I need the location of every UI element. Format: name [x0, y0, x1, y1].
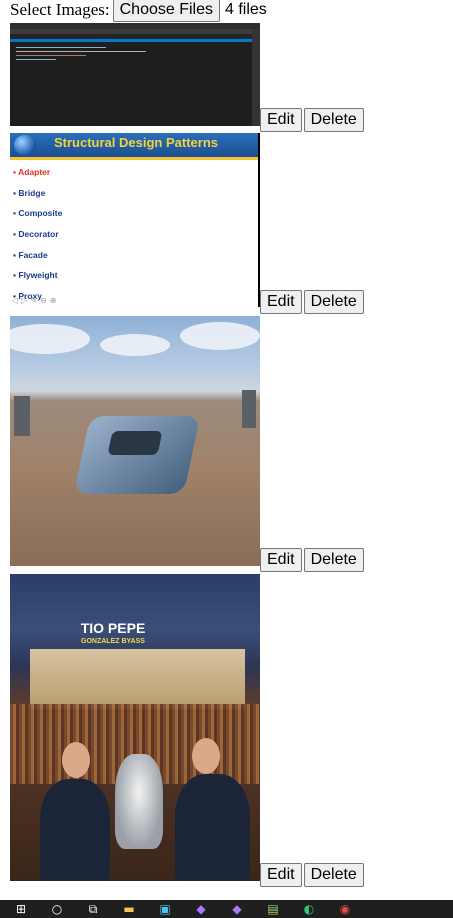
chrome-icon[interactable]: ◉ — [336, 902, 354, 916]
ide-code-line — [16, 55, 86, 56]
globe-icon — [14, 135, 36, 155]
choose-files-button[interactable]: Choose Files — [112, 0, 220, 22]
file-count-text: 4 files — [224, 1, 267, 18]
slide-bullet: ▪ Facade — [13, 249, 48, 260]
person-left — [40, 779, 110, 881]
image-actions: Edit Delete — [260, 548, 364, 572]
task-view-icon[interactable]: ⧉ — [84, 902, 102, 916]
image-thumbnail-ide — [10, 23, 260, 126]
image-actions: Edit Delete — [260, 863, 364, 887]
cloud — [10, 324, 90, 354]
taskbar: ⊞ ○ ⧉ ▬ ▣ ◆ ◆ ▤ ◐ ◉ — [0, 900, 453, 918]
ide-highlight-bar — [10, 39, 260, 42]
stadium — [73, 416, 201, 494]
building — [14, 396, 30, 436]
image-thumbnail-slide: Structural Design Patterns ▪ Adapter ▪ B… — [10, 133, 260, 307]
visual-studio-icon[interactable]: ◆ — [192, 902, 210, 916]
slide-divider — [10, 157, 258, 160]
trophy — [115, 754, 163, 849]
image-actions: Edit Delete — [260, 290, 364, 314]
cloud — [100, 334, 170, 356]
image-thumbnail-stadium — [10, 316, 260, 566]
slide-header: Structural Design Patterns — [10, 133, 258, 160]
slide-bullet-list: ▪ Adapter ▪ Bridge ▪ Composite ▪ Decorat… — [10, 165, 62, 307]
delete-button[interactable]: Delete — [303, 290, 364, 314]
edit-button[interactable]: Edit — [260, 290, 302, 314]
file-input-row: Select Images: Choose Files 4 files — [10, 0, 267, 22]
building — [242, 390, 256, 428]
slide-bullet: ▪ Adapter — [13, 167, 51, 177]
cloud — [180, 322, 260, 350]
edit-button[interactable]: Edit — [260, 863, 302, 887]
store-icon[interactable]: ▣ — [156, 902, 174, 916]
edit-button[interactable]: Edit — [260, 108, 302, 132]
person-right — [175, 774, 250, 881]
ide-code-line — [16, 47, 106, 48]
file-explorer-icon[interactable]: ▬ — [120, 902, 138, 916]
image-thumbnail-celebration: TIO PEPE GONZALEZ BYASS — [10, 574, 260, 881]
notepad-icon[interactable]: ▤ — [264, 902, 282, 916]
building-facade — [30, 649, 245, 709]
search-icon[interactable]: ○ — [48, 902, 66, 916]
visual-studio-preview-icon[interactable]: ◆ — [228, 902, 246, 916]
image-actions: Edit Delete — [260, 108, 364, 132]
slide-bullet: ▪ Decorator — [13, 229, 59, 240]
edge-icon[interactable]: ◐ — [300, 902, 318, 916]
slide-bullet: ▪ Bridge — [13, 187, 46, 198]
slide-bullet: ▪ Composite — [13, 208, 63, 219]
edit-button[interactable]: Edit — [260, 548, 302, 572]
select-images-label: Select Images: — [10, 0, 110, 19]
slide-bullet: ▪ Flyweight — [13, 270, 58, 281]
ide-code-line — [16, 51, 146, 52]
page: Select Images: Choose Files 4 files Edit… — [0, 0, 453, 900]
ide-scrollbar — [252, 29, 260, 126]
tio-pepe-sign: TIO PEPE GONZALEZ BYASS — [80, 620, 146, 645]
delete-button[interactable]: Delete — [303, 108, 364, 132]
slide-toolbar-icons: ◁▷✎⊖⊕ — [12, 296, 60, 305]
slide-title: Structural Design Patterns — [54, 135, 218, 150]
stadium-roof-opening — [107, 431, 163, 455]
delete-button[interactable]: Delete — [303, 863, 364, 887]
person-right-head — [192, 738, 220, 774]
windows-start-icon[interactable]: ⊞ — [12, 902, 30, 916]
person-left-head — [62, 742, 90, 778]
ide-code-line — [16, 59, 56, 60]
delete-button[interactable]: Delete — [303, 548, 364, 572]
